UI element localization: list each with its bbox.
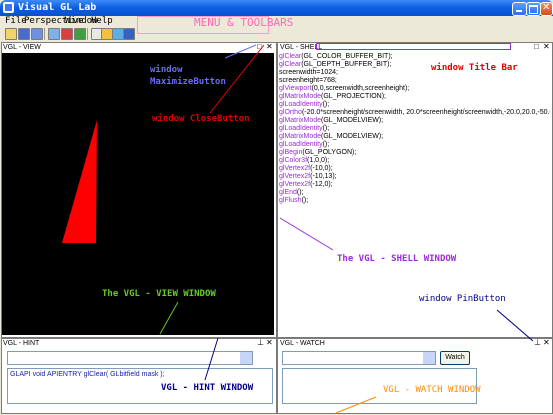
annotation-watch-window: VGL - WATCH WINDOW: [383, 385, 481, 395]
annotation-pin-button: window PinButton: [419, 294, 506, 304]
annotation-shell-window: The VGL - SHELL WINDOW: [337, 254, 457, 264]
annotation-close: window CloseButton: [152, 114, 250, 124]
arrow-view: [159, 301, 179, 335]
annotation-hint-window: VGL - HINT WINDOW: [161, 383, 254, 393]
annotation-maximize: window MaximizeButton: [150, 65, 226, 87]
arrow-pin: [496, 309, 534, 342]
annotation-view-window: The VGL - VIEW WINDOW: [102, 289, 216, 299]
annotation-title-bar: window Title Bar: [431, 63, 518, 73]
arrow-maximize: [224, 44, 257, 59]
arrow-shell: [279, 217, 334, 251]
arrow-hint: [204, 337, 219, 381]
arrow-watch: [335, 396, 377, 414]
